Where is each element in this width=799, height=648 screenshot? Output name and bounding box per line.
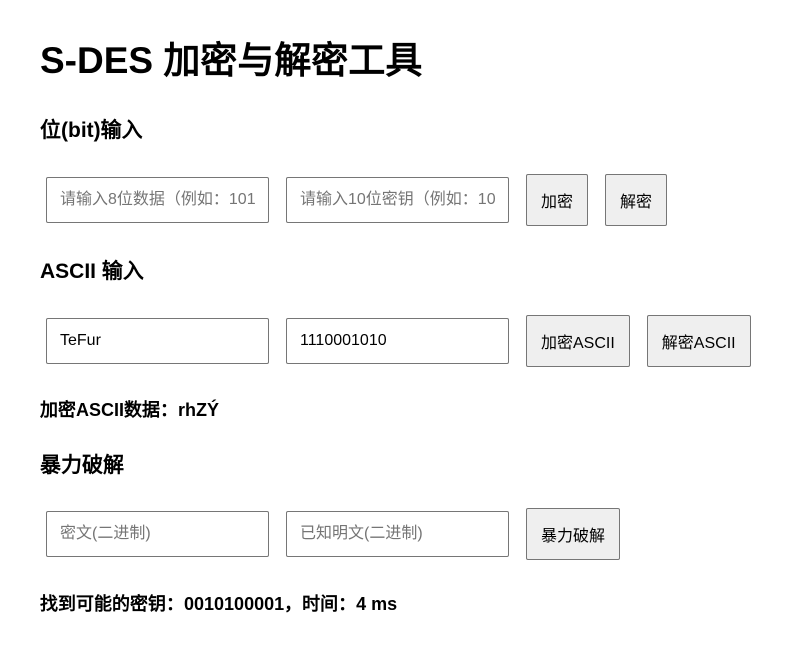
ciphertext-input[interactable] — [46, 511, 269, 557]
ascii-key-input[interactable] — [286, 318, 509, 364]
decrypt-ascii-button[interactable]: 解密ASCII — [646, 315, 751, 367]
known-plaintext-input[interactable] — [286, 511, 509, 557]
ascii-input-heading: ASCII 输入 — [40, 260, 144, 283]
bit-data-input[interactable] — [46, 177, 269, 223]
brute-force-row: 暴力破解 — [46, 508, 637, 560]
encrypt-ascii-button[interactable]: 加密ASCII — [526, 315, 630, 367]
ascii-input-row: 加密ASCII 解密ASCII — [46, 315, 768, 367]
brute-force-heading: 暴力破解 — [40, 454, 124, 477]
encrypt-button[interactable]: 加密 — [526, 174, 589, 226]
decrypt-button[interactable]: 解密 — [605, 174, 668, 226]
page: S-DES 加密与解密工具 位(bit)输入 加密 解密 ASCII 输入 加密… — [0, 0, 799, 648]
brute-force-button[interactable]: 暴力破解 — [526, 508, 621, 560]
page-title: S-DES 加密与解密工具 — [40, 40, 423, 81]
bit-input-heading: 位(bit)输入 — [40, 119, 143, 142]
ascii-text-input[interactable] — [46, 318, 269, 364]
ascii-encrypt-result: 加密ASCII数据：rhZÝ — [40, 400, 234, 420]
bit-input-row: 加密 解密 — [46, 174, 684, 226]
brute-force-result: 找到可能的密钥：0010100001，时间：4 ms — [40, 594, 398, 614]
bit-key-input[interactable] — [286, 177, 509, 223]
